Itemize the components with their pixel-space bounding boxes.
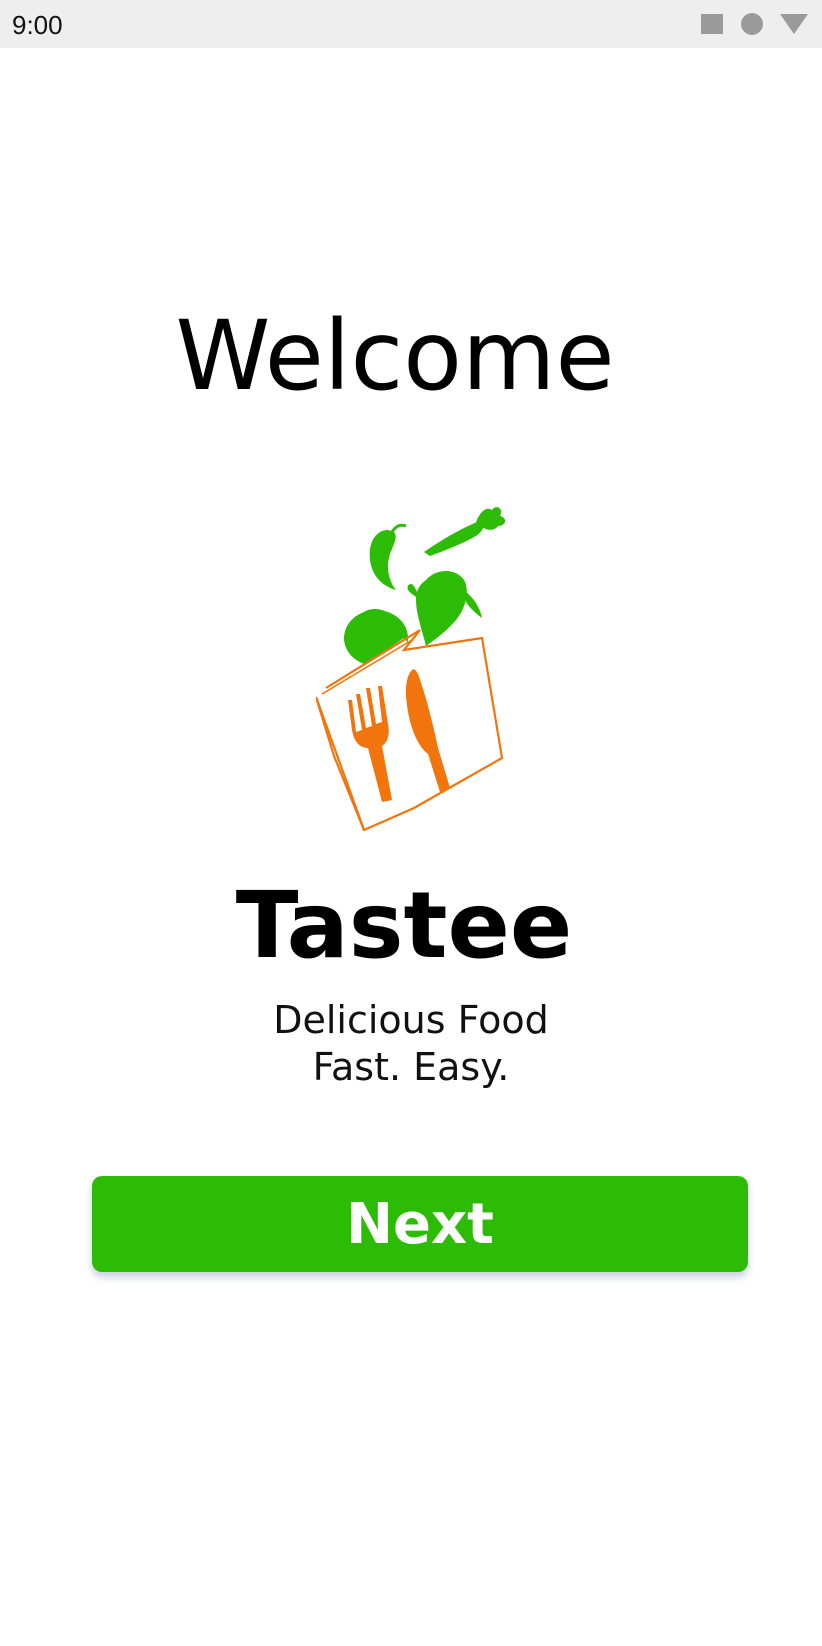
menu-book-icon bbox=[316, 629, 504, 832]
tagline-line-2: Fast. Easy. bbox=[312, 1045, 510, 1089]
pepper-icon bbox=[369, 523, 407, 590]
next-button[interactable]: Next bbox=[92, 1176, 748, 1272]
brand-name: Tastee bbox=[235, 872, 573, 979]
tagline-line-1: Delicious Food bbox=[273, 998, 549, 1042]
status-bar: 9:00 bbox=[0, 0, 822, 48]
corn-icon bbox=[407, 571, 482, 646]
status-icons bbox=[700, 0, 808, 48]
circle-icon bbox=[741, 13, 763, 35]
tastee-logo-icon bbox=[316, 507, 506, 832]
triangle-down-icon bbox=[780, 14, 808, 34]
carrot-icon bbox=[424, 507, 506, 556]
tagline: Delicious Food Fast. Easy. bbox=[0, 997, 822, 1091]
square-icon bbox=[701, 14, 723, 34]
status-time: 9:00 bbox=[12, 10, 63, 40]
welcome-title: Welcome bbox=[175, 300, 615, 412]
